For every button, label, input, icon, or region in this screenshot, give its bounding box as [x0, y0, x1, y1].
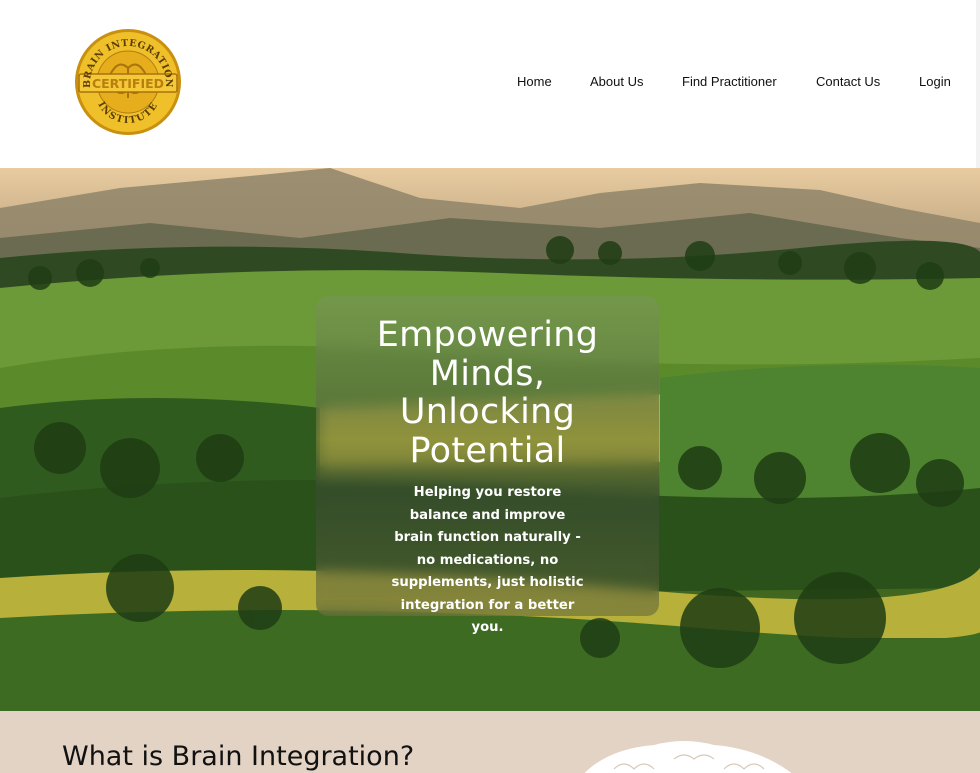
what-is-section: What is Brain Integration? — [0, 711, 980, 773]
nav-find-practitioner[interactable]: Find Practitioner — [682, 74, 777, 89]
hero-section: Empowering Minds, Unlocking Potential He… — [0, 168, 980, 711]
nav-about-us[interactable]: About Us — [590, 74, 643, 89]
nav-home[interactable]: Home — [517, 74, 552, 89]
main-nav: Home About Us Find Practitioner Contact … — [0, 74, 976, 92]
section-heading: What is Brain Integration? — [62, 741, 415, 772]
hero-description: Helping you restore balance and improve … — [391, 485, 584, 635]
nav-login[interactable]: Login — [919, 74, 951, 89]
hero-card: Empowering Minds, Unlocking Potential He… — [316, 296, 659, 635]
hero-heading: Empowering Minds, Unlocking Potential — [376, 315, 599, 471]
site-header: CERTIFIED BRAIN INTEGRATION INSTITUTE Ho… — [0, 0, 976, 168]
nav-contact-us[interactable]: Contact Us — [816, 74, 880, 89]
brain-illustration-icon — [584, 741, 792, 773]
